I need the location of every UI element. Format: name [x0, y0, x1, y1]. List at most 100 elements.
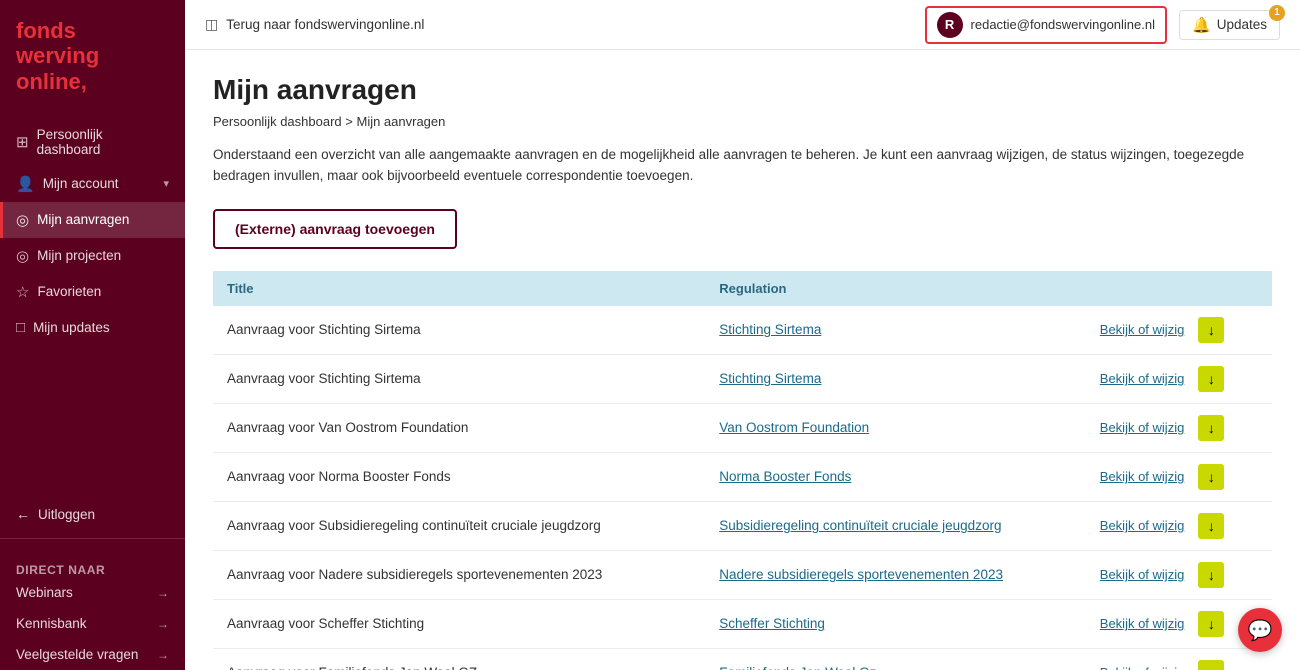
table-cell-title: Aanvraag voor Stichting Sirtema	[213, 354, 705, 403]
bekijk-button[interactable]: Bekijk of wijzig	[1100, 322, 1185, 337]
table-cell-title: Aanvraag voor Van Oostrom Foundation	[213, 403, 705, 452]
sidebar-nav: ⊞ Persoonlijk dashboard 👤 Mijn account ▾…	[0, 108, 185, 498]
updates-label: Updates	[1217, 17, 1267, 32]
table-cell-actions: Bekijk of wijzig ↓	[1086, 403, 1272, 452]
sidebar-item-label: Mijn aanvragen	[37, 212, 129, 227]
circle-icon: ◎	[16, 247, 29, 265]
table-cell-actions: Bekijk of wijzig ↓	[1086, 550, 1272, 599]
sidebar-item-updates[interactable]: □ Mijn updates	[0, 310, 185, 345]
add-aanvraag-button[interactable]: (Externe) aanvraag toevoegen	[213, 209, 457, 249]
actions-cell: Bekijk of wijzig ↓	[1100, 415, 1258, 441]
bekijk-button[interactable]: Bekijk of wijzig	[1100, 371, 1185, 386]
updates-badge: 1	[1269, 5, 1285, 21]
logout-button[interactable]: ← Uitloggen	[0, 498, 185, 530]
star-icon: ☆	[16, 283, 29, 301]
sidebar-item-account[interactable]: 👤 Mijn account ▾	[0, 166, 185, 202]
regulation-link[interactable]: Norma Booster Fonds	[719, 469, 851, 484]
bekijk-button[interactable]: Bekijk of wijzig	[1100, 420, 1185, 435]
topbar: ◫ Terug naar fondswervingonline.nl R red…	[185, 0, 1300, 50]
direct-item-label: Veelgestelde vragen	[16, 647, 138, 662]
table-cell-actions: Bekijk of wijzig ↓	[1086, 452, 1272, 501]
updates-button[interactable]: 🔔 Updates 1	[1179, 10, 1280, 40]
table-cell-actions: Bekijk of wijzig ↓	[1086, 306, 1272, 355]
arrow-right-icon: →	[157, 617, 169, 631]
table-cell-regulation: Norma Booster Fonds	[705, 452, 1086, 501]
download-icon[interactable]: ↓	[1198, 611, 1224, 637]
table-row: Aanvraag voor Stichting Sirtema Stichting…	[213, 354, 1272, 403]
logo: fonds werving online,	[0, 0, 185, 108]
sidebar-item-dashboard[interactable]: ⊞ Persoonlijk dashboard	[0, 118, 185, 166]
logo-dot: ,	[81, 69, 87, 94]
regulation-link[interactable]: Scheffer Stichting	[719, 616, 825, 631]
table-cell-title: Aanvraag voor Norma Booster Fonds	[213, 452, 705, 501]
download-icon[interactable]: ↓	[1198, 660, 1224, 670]
sidebar-direct-veelgestelde[interactable]: Veelgestelde vragen →	[0, 639, 185, 670]
regulation-link[interactable]: Van Oostrom Foundation	[719, 420, 869, 435]
direct-naar-label: Direct naar	[0, 549, 185, 577]
user-icon: 👤	[16, 175, 35, 193]
regulation-link[interactable]: Nadere subsidieregels sportevenementen 2…	[719, 567, 1003, 582]
table-cell-regulation: Van Oostrom Foundation	[705, 403, 1086, 452]
chat-button[interactable]: 💬	[1238, 608, 1282, 652]
sidebar-direct-kennisbank[interactable]: Kennisbank →	[0, 608, 185, 639]
back-link[interactable]: ◫ Terug naar fondswervingonline.nl	[205, 16, 424, 33]
table-cell-regulation: Scheffer Stichting	[705, 599, 1086, 648]
bekijk-button[interactable]: Bekijk of wijzig	[1100, 616, 1185, 631]
actions-cell: Bekijk of wijzig ↓	[1100, 317, 1258, 343]
main-content: ◫ Terug naar fondswervingonline.nl R red…	[185, 0, 1300, 670]
page-description: Onderstaand een overzicht van alle aange…	[213, 145, 1263, 187]
regulation-link[interactable]: Stichting Sirtema	[719, 371, 821, 386]
table-cell-regulation: Subsidieregeling continuïteit cruciale j…	[705, 501, 1086, 550]
actions-cell: Bekijk of wijzig ↓	[1100, 562, 1258, 588]
logo-line1: fonds	[16, 18, 76, 43]
regulation-link[interactable]: Familiefonds Jan Waal Gz	[719, 665, 876, 670]
regulation-link[interactable]: Stichting Sirtema	[719, 322, 821, 337]
table-cell-actions: Bekijk of wijzig ↓	[1086, 354, 1272, 403]
download-icon[interactable]: ↓	[1198, 464, 1224, 490]
actions-cell: Bekijk of wijzig ↓	[1100, 611, 1258, 637]
sidebar-item-projecten[interactable]: ◎ Mijn projecten	[0, 238, 185, 274]
table-cell-title: Aanvraag voor Stichting Sirtema	[213, 306, 705, 355]
table-row: Aanvraag voor Norma Booster Fonds Norma B…	[213, 452, 1272, 501]
back-label: Terug naar fondswervingonline.nl	[226, 17, 424, 32]
table-cell-actions: Bekijk of wijzig ↓	[1086, 648, 1272, 670]
table-row: Aanvraag voor Subsidieregeling continuït…	[213, 501, 1272, 550]
regulation-link[interactable]: Subsidieregeling continuïteit cruciale j…	[719, 518, 1001, 533]
download-icon[interactable]: ↓	[1198, 317, 1224, 343]
user-account-button[interactable]: R redactie@fondswervingonline.nl	[925, 6, 1167, 44]
table-cell-title: Aanvraag voor Subsidieregeling continuït…	[213, 501, 705, 550]
logout-arrow-icon: ←	[16, 506, 30, 522]
logout-label: Uitloggen	[38, 507, 95, 522]
breadcrumb-current: Mijn aanvragen	[356, 114, 445, 129]
table-row: Aanvraag voor Van Oostrom Foundation Van …	[213, 403, 1272, 452]
direct-item-label: Webinars	[16, 585, 73, 600]
table-cell-regulation: Stichting Sirtema	[705, 354, 1086, 403]
download-icon[interactable]: ↓	[1198, 415, 1224, 441]
aanvragen-table: Title Regulation Aanvraag voor Stichting…	[213, 271, 1272, 670]
col-regulation: Regulation	[705, 271, 1086, 306]
table-header-row: Title Regulation	[213, 271, 1272, 306]
chevron-down-icon: ▾	[163, 177, 169, 190]
sidebar: fonds werving online, ⊞ Persoonlijk dash…	[0, 0, 185, 670]
download-icon[interactable]: ↓	[1198, 562, 1224, 588]
bekijk-button[interactable]: Bekijk of wijzig	[1100, 665, 1185, 670]
sidebar-item-label: Persoonlijk dashboard	[37, 127, 169, 157]
bekijk-button[interactable]: Bekijk of wijzig	[1100, 518, 1185, 533]
actions-cell: Bekijk of wijzig ↓	[1100, 366, 1258, 392]
bell-icon: 🔔	[1192, 16, 1211, 34]
table-cell-actions: Bekijk of wijzig ↓	[1086, 501, 1272, 550]
breadcrumb-home: Persoonlijk dashboard	[213, 114, 342, 129]
sidebar-item-favorieten[interactable]: ☆ Favorieten	[0, 274, 185, 310]
table-cell-title: Aanvraag voor Familiefonds Jan Waal GZ	[213, 648, 705, 670]
bekijk-button[interactable]: Bekijk of wijzig	[1100, 567, 1185, 582]
sidebar-direct-webinars[interactable]: Webinars →	[0, 577, 185, 608]
download-icon[interactable]: ↓	[1198, 513, 1224, 539]
table-row: Aanvraag voor Nadere subsidieregels spor…	[213, 550, 1272, 599]
bekijk-button[interactable]: Bekijk of wijzig	[1100, 469, 1185, 484]
sidebar-item-aanvragen[interactable]: ◎ Mijn aanvragen	[0, 202, 185, 238]
table-cell-regulation: Stichting Sirtema	[705, 306, 1086, 355]
download-icon[interactable]: ↓	[1198, 366, 1224, 392]
avatar: R	[937, 12, 963, 38]
logo-line2: werving	[16, 43, 99, 68]
table-row: Aanvraag voor Scheffer StichtingScheffer…	[213, 599, 1272, 648]
